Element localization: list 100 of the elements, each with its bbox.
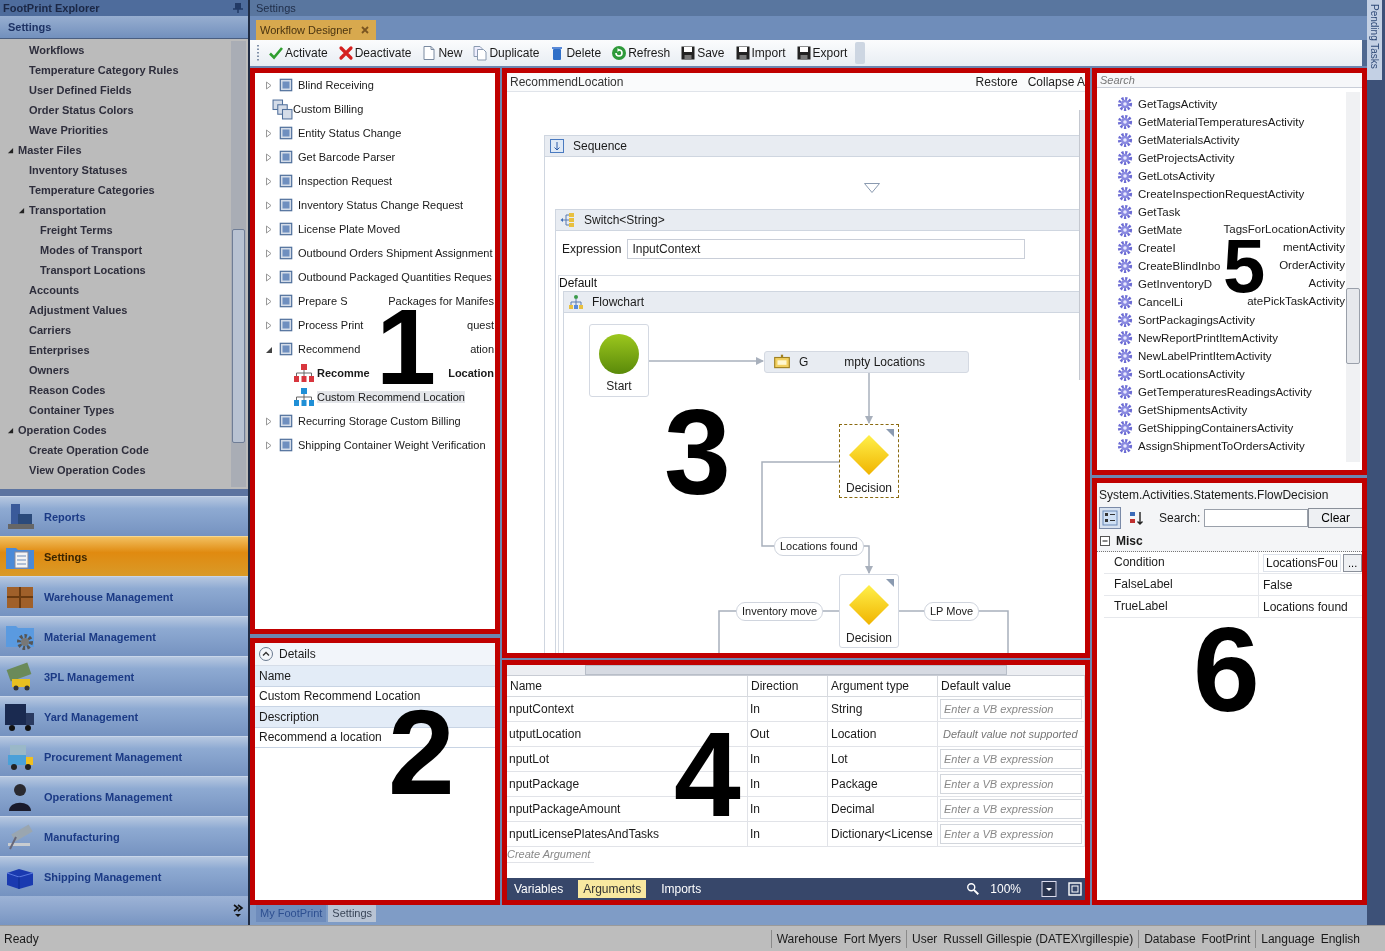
side-tab[interactable]: Pending Tasks <box>1367 0 1382 80</box>
decision-node[interactable]: Decision <box>839 574 899 648</box>
toolbox-item[interactable]: NewReportPrintItemActivity <box>1138 332 1278 344</box>
toolbox-item[interactable]: CreateBlindInbo <box>1138 260 1221 272</box>
property-value[interactable]: Locations found <box>1263 599 1348 614</box>
collapse-icon[interactable] <box>1099 535 1111 547</box>
toolbox-item[interactable]: GetMaterialsActivity <box>1138 134 1240 146</box>
start-node[interactable]: Start <box>589 324 649 397</box>
nav-button[interactable]: Warehouse Management <box>0 576 248 616</box>
expand-arrow-icon[interactable] <box>7 146 14 154</box>
sidebar-item[interactable]: Enterprises <box>0 340 231 360</box>
scrollbar[interactable] <box>1346 92 1360 462</box>
footer-tab[interactable]: Variables <box>509 880 569 898</box>
toolbar-button[interactable]: New <box>419 43 465 63</box>
sidebar-item[interactable]: Reason Codes <box>0 380 231 400</box>
expression-field[interactable]: InputContext <box>627 239 1026 259</box>
dropdown-icon[interactable] <box>1041 881 1057 897</box>
sidebar-item[interactable]: Order Status Colors <box>0 100 231 120</box>
toolbox-item[interactable]: NewLabelPrintItemActivity <box>1138 350 1272 362</box>
tree-item[interactable]: Blind Receiving <box>255 73 495 97</box>
sidebar-item[interactable]: Wave Priorities <box>0 120 231 140</box>
sidebar-item[interactable]: Inventory Statuses <box>0 160 231 180</box>
toolbox-item[interactable]: AssignShipmentToOrdersActivity <box>1138 440 1305 452</box>
toolbox-item[interactable]: GetTagsActivity <box>1138 98 1218 110</box>
scrollbar[interactable] <box>507 665 1085 676</box>
activity-header[interactable]: Switch<String> <box>556 210 1079 231</box>
search-field[interactable]: Search <box>1097 73 1362 88</box>
tree-item[interactable]: Shipping Container Weight Verification <box>255 433 495 457</box>
sidebar-item[interactable]: Accounts <box>0 280 231 300</box>
toolbar-button[interactable]: Save <box>678 43 727 63</box>
sidebar-item[interactable]: Temperature Category Rules <box>0 60 231 80</box>
toolbox-item[interactable]: GetTemperaturesReadingsActivity <box>1138 386 1312 398</box>
toolbox-item[interactable]: GetProjectsActivity <box>1138 152 1235 164</box>
toolbox-item[interactable]: Activity <box>1308 277 1345 289</box>
toolbar-button[interactable]: Refresh <box>609 43 673 63</box>
toolbox-item[interactable]: atePickTaskActivity <box>1247 295 1345 307</box>
nav-button[interactable]: Reports <box>0 496 248 536</box>
tree-item[interactable]: License Plate Moved <box>255 217 495 241</box>
tree-item[interactable]: Entity Status Change <box>255 121 495 145</box>
nav-button[interactable]: Operations Management <box>0 776 248 816</box>
link[interactable]: Restore <box>975 75 1018 89</box>
expression-field[interactable]: Enter a VB expression <box>940 774 1082 794</box>
tree-item[interactable]: Recurring Storage Custom Billing <box>255 409 495 433</box>
nav-button[interactable]: Settings <box>0 536 248 576</box>
toolbox-item[interactable]: CreateI <box>1138 242 1176 254</box>
nav-button[interactable]: Manufacturing <box>0 816 248 856</box>
connector-label[interactable]: LP Move <box>924 602 980 621</box>
sidebar-item[interactable]: Operation Codes <box>0 420 231 440</box>
toolbox-item[interactable]: GetShippingContainersActivity <box>1138 422 1294 434</box>
nav-button[interactable]: Yard Management <box>0 696 248 736</box>
toolbar-button[interactable]: Deactivate <box>335 43 414 63</box>
toolbar-button[interactable]: Duplicate <box>470 43 542 63</box>
category-header[interactable]: Misc <box>1097 531 1362 552</box>
scrollbar[interactable] <box>1079 110 1085 380</box>
toolbar-button[interactable]: Delete <box>547 43 604 63</box>
expand-arrow-icon[interactable] <box>7 426 14 434</box>
toolbox-item[interactable]: GetMate <box>1138 224 1183 236</box>
toolbox-item[interactable]: CreateInspectionRequestActivity <box>1138 188 1305 200</box>
close-icon[interactable] <box>360 25 371 35</box>
sidebar-item[interactable]: Workflows <box>0 40 231 60</box>
document-tab[interactable]: Workflow Designer <box>256 20 377 40</box>
zoom-level[interactable]: 100% <box>990 882 1021 896</box>
toolbox-item[interactable]: GetLotsActivity <box>1138 170 1215 182</box>
breadcrumb[interactable]: RecommendLocation <box>510 75 624 89</box>
search-field[interactable] <box>1204 509 1309 527</box>
clear-button[interactable]: Clear <box>1308 508 1362 528</box>
sidebar-item[interactable]: Adjustment Values <box>0 300 231 320</box>
sidebar-item[interactable]: Temperature Categories <box>0 180 231 200</box>
window-tab[interactable]: Settings <box>328 905 377 922</box>
toolbox-item[interactable]: GetTask <box>1138 206 1181 218</box>
sidebar-item[interactable]: Create Operation Code <box>0 440 231 460</box>
browse-button[interactable]: ... <box>1343 553 1362 572</box>
nav-button[interactable]: Procurement Management <box>0 736 248 776</box>
sidebar-item[interactable]: User Defined Fields <box>0 80 231 100</box>
toolbox-item[interactable]: GetShipmentsActivity <box>1138 404 1248 416</box>
create-argument-link[interactable]: Create Argument <box>507 847 595 863</box>
fit-screen-icon[interactable] <box>1067 881 1083 897</box>
expand-arrow-icon[interactable] <box>18 206 25 214</box>
nav-button[interactable]: Shipping Management <box>0 856 248 896</box>
sidebar-item[interactable]: Transport Locations <box>0 260 231 280</box>
toolbox-item[interactable]: CancelLi <box>1138 296 1183 308</box>
tree-item[interactable]: Custom Recommend Location <box>255 385 495 409</box>
column-header[interactable]: Direction <box>748 676 828 697</box>
tree-item[interactable]: Custom Billing <box>255 97 495 121</box>
property-value[interactable]: False <box>1263 577 1293 592</box>
nav-button[interactable]: Material Management <box>0 616 248 656</box>
toolbox-item[interactable]: TagsForLocationActivity <box>1223 223 1345 235</box>
toolbox-item[interactable]: mentActivity <box>1283 241 1345 253</box>
column-header[interactable]: Argument type <box>828 676 938 697</box>
activity-header[interactable]: Flowchart <box>564 292 1079 313</box>
sidebar-item[interactable]: View Operation Codes <box>0 460 231 480</box>
section-header[interactable]: Settings <box>0 16 248 39</box>
property-value[interactable]: LocationsFou <box>1263 553 1342 572</box>
toolbox-item[interactable]: SortPackagingsActivity <box>1138 314 1255 326</box>
search-icon[interactable] <box>966 882 981 896</box>
sidebar-item[interactable]: Owners <box>0 360 231 380</box>
sidebar-item[interactable]: Freight Terms <box>0 220 231 240</box>
toolbox-item[interactable]: SortLocationsActivity <box>1138 368 1245 380</box>
sidebar-item[interactable]: Modes of Transport <box>0 240 231 260</box>
column-header[interactable]: Name <box>507 676 748 697</box>
